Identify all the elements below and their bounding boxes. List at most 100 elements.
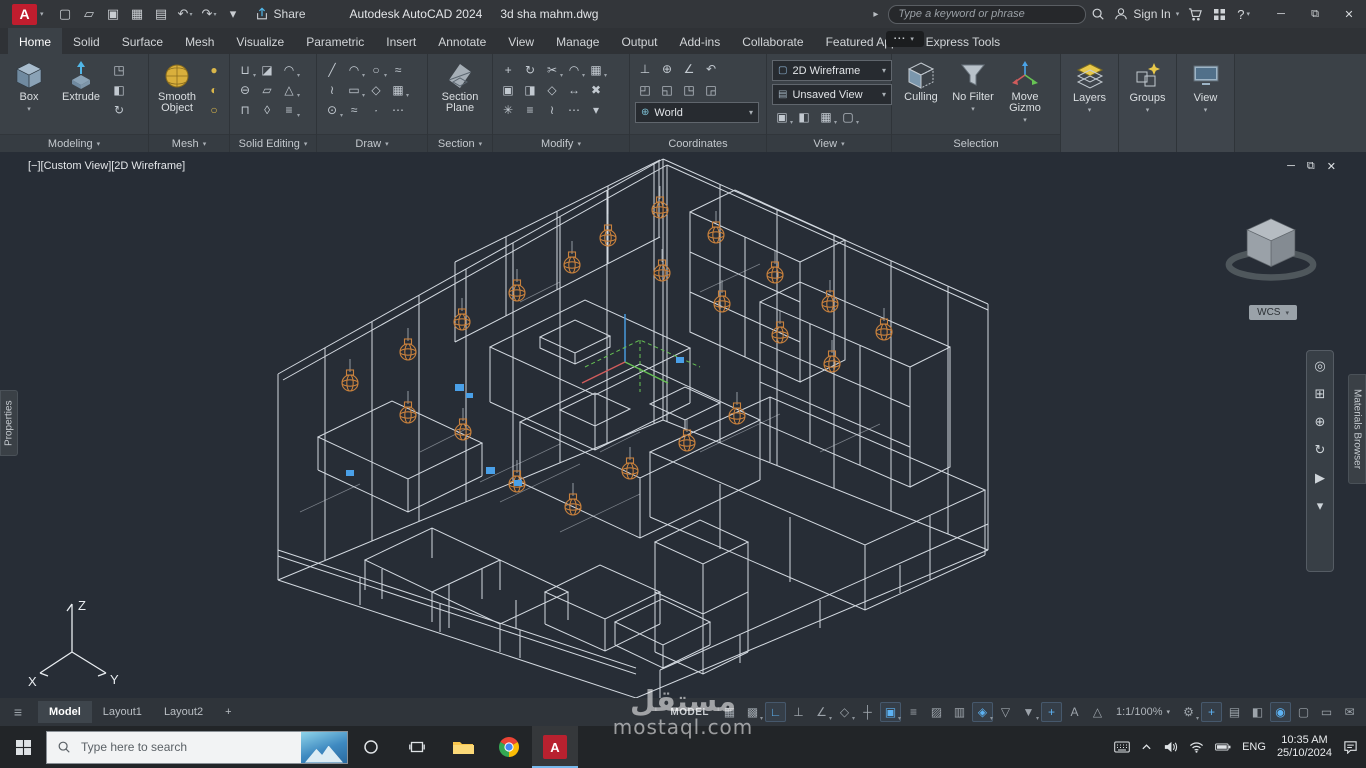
share-button[interactable]: Share xyxy=(255,7,306,21)
spline-tool[interactable]: ≈ xyxy=(344,101,364,119)
smooth-object-button[interactable]: Smooth Object xyxy=(154,57,200,114)
rectangle-tool[interactable]: ▭ xyxy=(344,81,365,99)
minimize-button[interactable]: ─ xyxy=(1264,0,1298,28)
help-button[interactable]: ? ▾ xyxy=(1237,7,1250,22)
view-collapsed-panel-button[interactable]: View ▾ xyxy=(1177,54,1235,152)
isometric-drafting-toggle[interactable]: ◇ xyxy=(834,702,855,722)
materials-browser-tab[interactable]: Materials Browser xyxy=(1348,374,1366,484)
title-expand-caret[interactable]: ▸ xyxy=(873,9,878,20)
task-view-button[interactable] xyxy=(394,726,440,768)
modify-more-tool[interactable]: ⋯ xyxy=(564,101,584,119)
tab-view[interactable]: View xyxy=(497,28,545,54)
search-button[interactable] xyxy=(1086,2,1110,26)
layout2-tab[interactable]: Layout2 xyxy=(153,701,214,723)
workspace-switching-button[interactable]: ⚙ xyxy=(1178,702,1199,722)
coordinates-panel-label[interactable]: Coordinates xyxy=(630,134,766,152)
snap-mode-toggle[interactable]: ▩ xyxy=(742,702,763,722)
status-menu-button[interactable]: ≡ xyxy=(6,702,30,722)
transparency-toggle[interactable]: ▨ xyxy=(926,702,947,722)
stretch-tool[interactable]: ↔ xyxy=(564,81,584,99)
trim-tool[interactable]: ✂ xyxy=(542,61,563,79)
plot-button[interactable]: ▤ xyxy=(150,3,173,25)
action-center-button[interactable] xyxy=(1343,740,1358,754)
annotation-scale-button[interactable]: 1:1/100% ▾ xyxy=(1110,702,1176,722)
erase-tool[interactable]: ✖ xyxy=(586,81,606,99)
modify-expand-button[interactable]: ▾ xyxy=(586,101,606,119)
taskbar-search[interactable] xyxy=(46,730,348,764)
scale-tool[interactable]: ◇ xyxy=(542,81,562,99)
grid-toggle[interactable]: ▦ xyxy=(719,702,740,722)
selection-panel-label[interactable]: Selection xyxy=(892,134,1060,152)
quick-access-more-button[interactable]: ▾ xyxy=(222,3,245,25)
taper-faces-tool[interactable]: △ xyxy=(279,81,300,99)
ribbon-overflow-button[interactable]: ▪▪▪ ▾ xyxy=(886,31,924,47)
no-filter-button[interactable]: No Filter ▾ xyxy=(949,57,997,113)
edit-polyline-tool[interactable]: ≀ xyxy=(542,101,562,119)
circle-tool[interactable]: ○ xyxy=(366,61,387,79)
feedback-button[interactable]: ✉ xyxy=(1339,702,1360,722)
search-highlight-image[interactable] xyxy=(301,731,347,763)
object-snap-toggle[interactable]: ▣ xyxy=(880,702,901,722)
modify-panel-label[interactable]: Modify ▾ xyxy=(493,134,629,152)
clock[interactable]: 10:35 AM 25/10/2024 xyxy=(1277,734,1332,760)
network-button[interactable] xyxy=(1189,741,1204,753)
union-tool[interactable]: ⊔ xyxy=(235,61,256,79)
volume-button[interactable] xyxy=(1163,740,1178,754)
clean-screen-button[interactable]: ▭ xyxy=(1316,702,1337,722)
navbar-customize-button[interactable]: ▾ xyxy=(1310,495,1330,517)
smooth-more-tool[interactable]: ● xyxy=(204,61,224,79)
culling-button[interactable]: Culling xyxy=(897,57,945,103)
language-indicator[interactable]: ENG xyxy=(1242,741,1266,753)
keyword-search-input[interactable] xyxy=(888,4,1087,24)
smooth-less-tool[interactable]: ◐ xyxy=(204,81,224,99)
apps-button[interactable] xyxy=(1207,2,1231,26)
close-button[interactable]: ✕ xyxy=(1332,0,1366,28)
tab-annotate[interactable]: Annotate xyxy=(427,28,497,54)
restore-button[interactable]: ⧉ xyxy=(1298,0,1332,28)
viewport-minimize-button[interactable]: ─ xyxy=(1287,160,1295,173)
view-panel-label[interactable]: View ▾ xyxy=(767,134,891,152)
tab-visualize[interactable]: Visualize xyxy=(225,28,295,54)
dynamic-ucs-toggle[interactable]: ▽ xyxy=(995,702,1016,722)
polygon-tool[interactable]: ◇ xyxy=(366,81,386,99)
chrome-button[interactable] xyxy=(486,726,532,768)
separate-tool[interactable]: ≡ xyxy=(279,101,300,119)
fillet-tool[interactable]: ◠ xyxy=(564,61,585,79)
annotation-monitor-toggle[interactable]: + xyxy=(1201,702,1222,722)
drawing-canvas[interactable]: Z X Y xyxy=(0,152,1366,698)
ucs-world-tool[interactable]: ⊕ xyxy=(657,60,677,78)
section-plane-button[interactable]: Section Plane xyxy=(436,57,484,114)
ucs-view-tool[interactable]: ◳ xyxy=(679,81,699,99)
rotate-tool[interactable]: ↻ xyxy=(520,61,540,79)
revision-cloud-tool[interactable]: ≈ xyxy=(388,61,408,79)
tab-add-ins[interactable]: Add-ins xyxy=(669,28,732,54)
named-views-tool[interactable]: ◧ xyxy=(794,108,814,126)
layout1-tab[interactable]: Layout1 xyxy=(92,701,153,723)
move-tool[interactable]: + xyxy=(498,61,518,79)
hatch-tool[interactable]: ▦ xyxy=(388,81,409,99)
ucs-origin-tool[interactable]: ∠ xyxy=(679,60,699,78)
named-view-combo[interactable]: ▤ Unsaved View ▾ xyxy=(772,84,892,105)
lineweight-toggle[interactable]: ≡ xyxy=(903,702,924,722)
extrude-tool-button[interactable]: Extrude xyxy=(57,57,105,103)
presspull-tool[interactable]: ◧ xyxy=(109,81,129,99)
tab-output[interactable]: Output xyxy=(610,28,668,54)
offset-tool[interactable]: ≡ xyxy=(520,101,540,119)
save-button[interactable]: ▣ xyxy=(102,3,125,25)
layers-panel-button[interactable]: Layers ▾ xyxy=(1061,54,1119,152)
autocad-taskbar-button[interactable]: A xyxy=(532,726,578,768)
draw-panel-label[interactable]: Draw ▾ xyxy=(317,134,427,152)
quick-properties-toggle[interactable]: ◧ xyxy=(1247,702,1268,722)
viewport-close-button[interactable]: ✕ xyxy=(1327,160,1336,173)
model-tab[interactable]: Model xyxy=(38,701,92,723)
solid-editing-panel-label[interactable]: Solid Editing ▾ xyxy=(230,134,316,152)
tab-express-tools[interactable]: Express Tools xyxy=(915,28,1011,54)
ortho-toggle[interactable]: ⊥ xyxy=(788,702,809,722)
view-options-tool[interactable]: ▢ xyxy=(838,108,859,126)
graphics-performance-button[interactable]: ▢ xyxy=(1293,702,1314,722)
ucs-tool[interactable]: ⊥ xyxy=(635,60,655,78)
revolve-tool[interactable]: ↻ xyxy=(109,101,129,119)
cortana-button[interactable] xyxy=(348,726,394,768)
ucs-z-axis-tool[interactable]: ◲ xyxy=(701,81,721,99)
navigation-wheel-button[interactable]: ◎ xyxy=(1310,355,1330,377)
